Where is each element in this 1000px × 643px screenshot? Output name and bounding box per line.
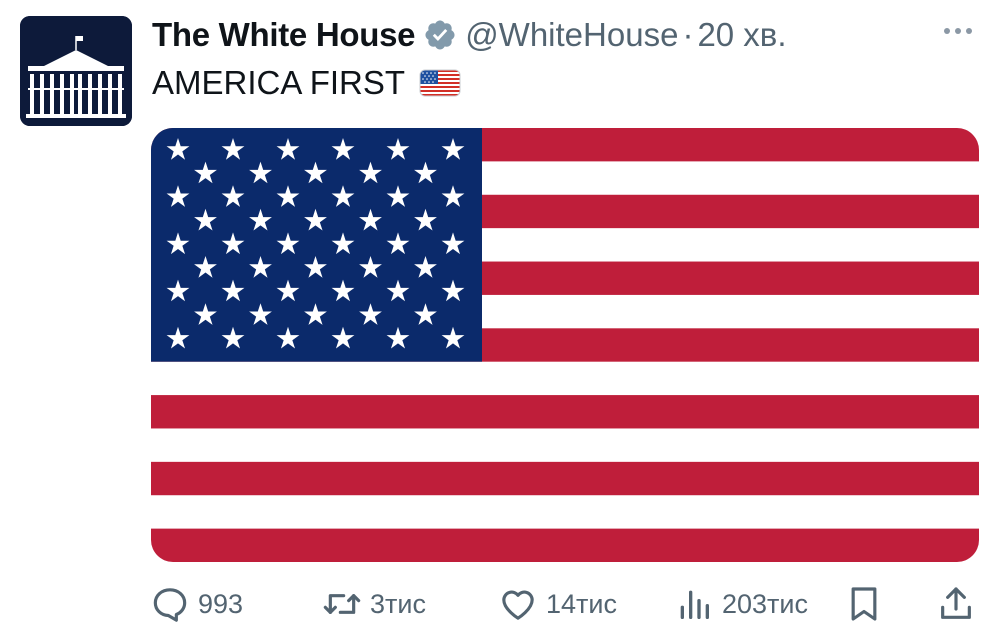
share-button[interactable] [936, 582, 976, 626]
views-icon [680, 590, 709, 619]
verified-badge-icon [425, 20, 455, 50]
white-house-logo [20, 16, 132, 126]
reply-count: 993 [198, 588, 244, 619]
flag-canton [151, 128, 482, 362]
like-icon [502, 590, 534, 620]
us-flag-emoji [419, 69, 461, 97]
like-count: 14тис [546, 588, 617, 619]
flag-stripe [151, 428, 979, 463]
bookmark-icon [851, 587, 877, 621]
avatar[interactable] [20, 16, 132, 126]
flag-stripe [151, 461, 979, 496]
flag-stripe [151, 528, 979, 562]
share-icon [941, 587, 971, 619]
reply-icon [153, 588, 187, 622]
views-count: 203тис [722, 588, 808, 619]
views-button[interactable]: 203тис [674, 582, 808, 626]
action-bar: 993 3тис 14тис 203тис [150, 582, 980, 626]
us-flag-image[interactable] [151, 128, 979, 562]
like-button[interactable]: 14тис [498, 582, 617, 626]
flag-stripe [151, 395, 979, 430]
reply-button[interactable]: 993 [150, 582, 243, 626]
timestamp[interactable]: 20 хв. [697, 16, 786, 54]
handle[interactable]: @WhiteHouse [465, 16, 678, 54]
display-name[interactable]: The White House [152, 16, 415, 54]
repost-button[interactable]: 3тис [322, 582, 426, 626]
repost-icon [323, 594, 361, 614]
us-flag-graphic [151, 128, 979, 562]
separator-dot: · [682, 16, 694, 53]
repost-count: 3тис [370, 588, 426, 619]
post-header: The White House @WhiteHouse · 20 хв. [152, 12, 787, 58]
more-icon[interactable] [938, 16, 978, 46]
post-text-row: AMERICA FIRST [152, 64, 461, 102]
flag-stripe [151, 361, 979, 396]
bookmark-button[interactable] [844, 582, 884, 626]
post-text: AMERICA FIRST [152, 64, 406, 101]
flag-stripe [151, 495, 979, 530]
